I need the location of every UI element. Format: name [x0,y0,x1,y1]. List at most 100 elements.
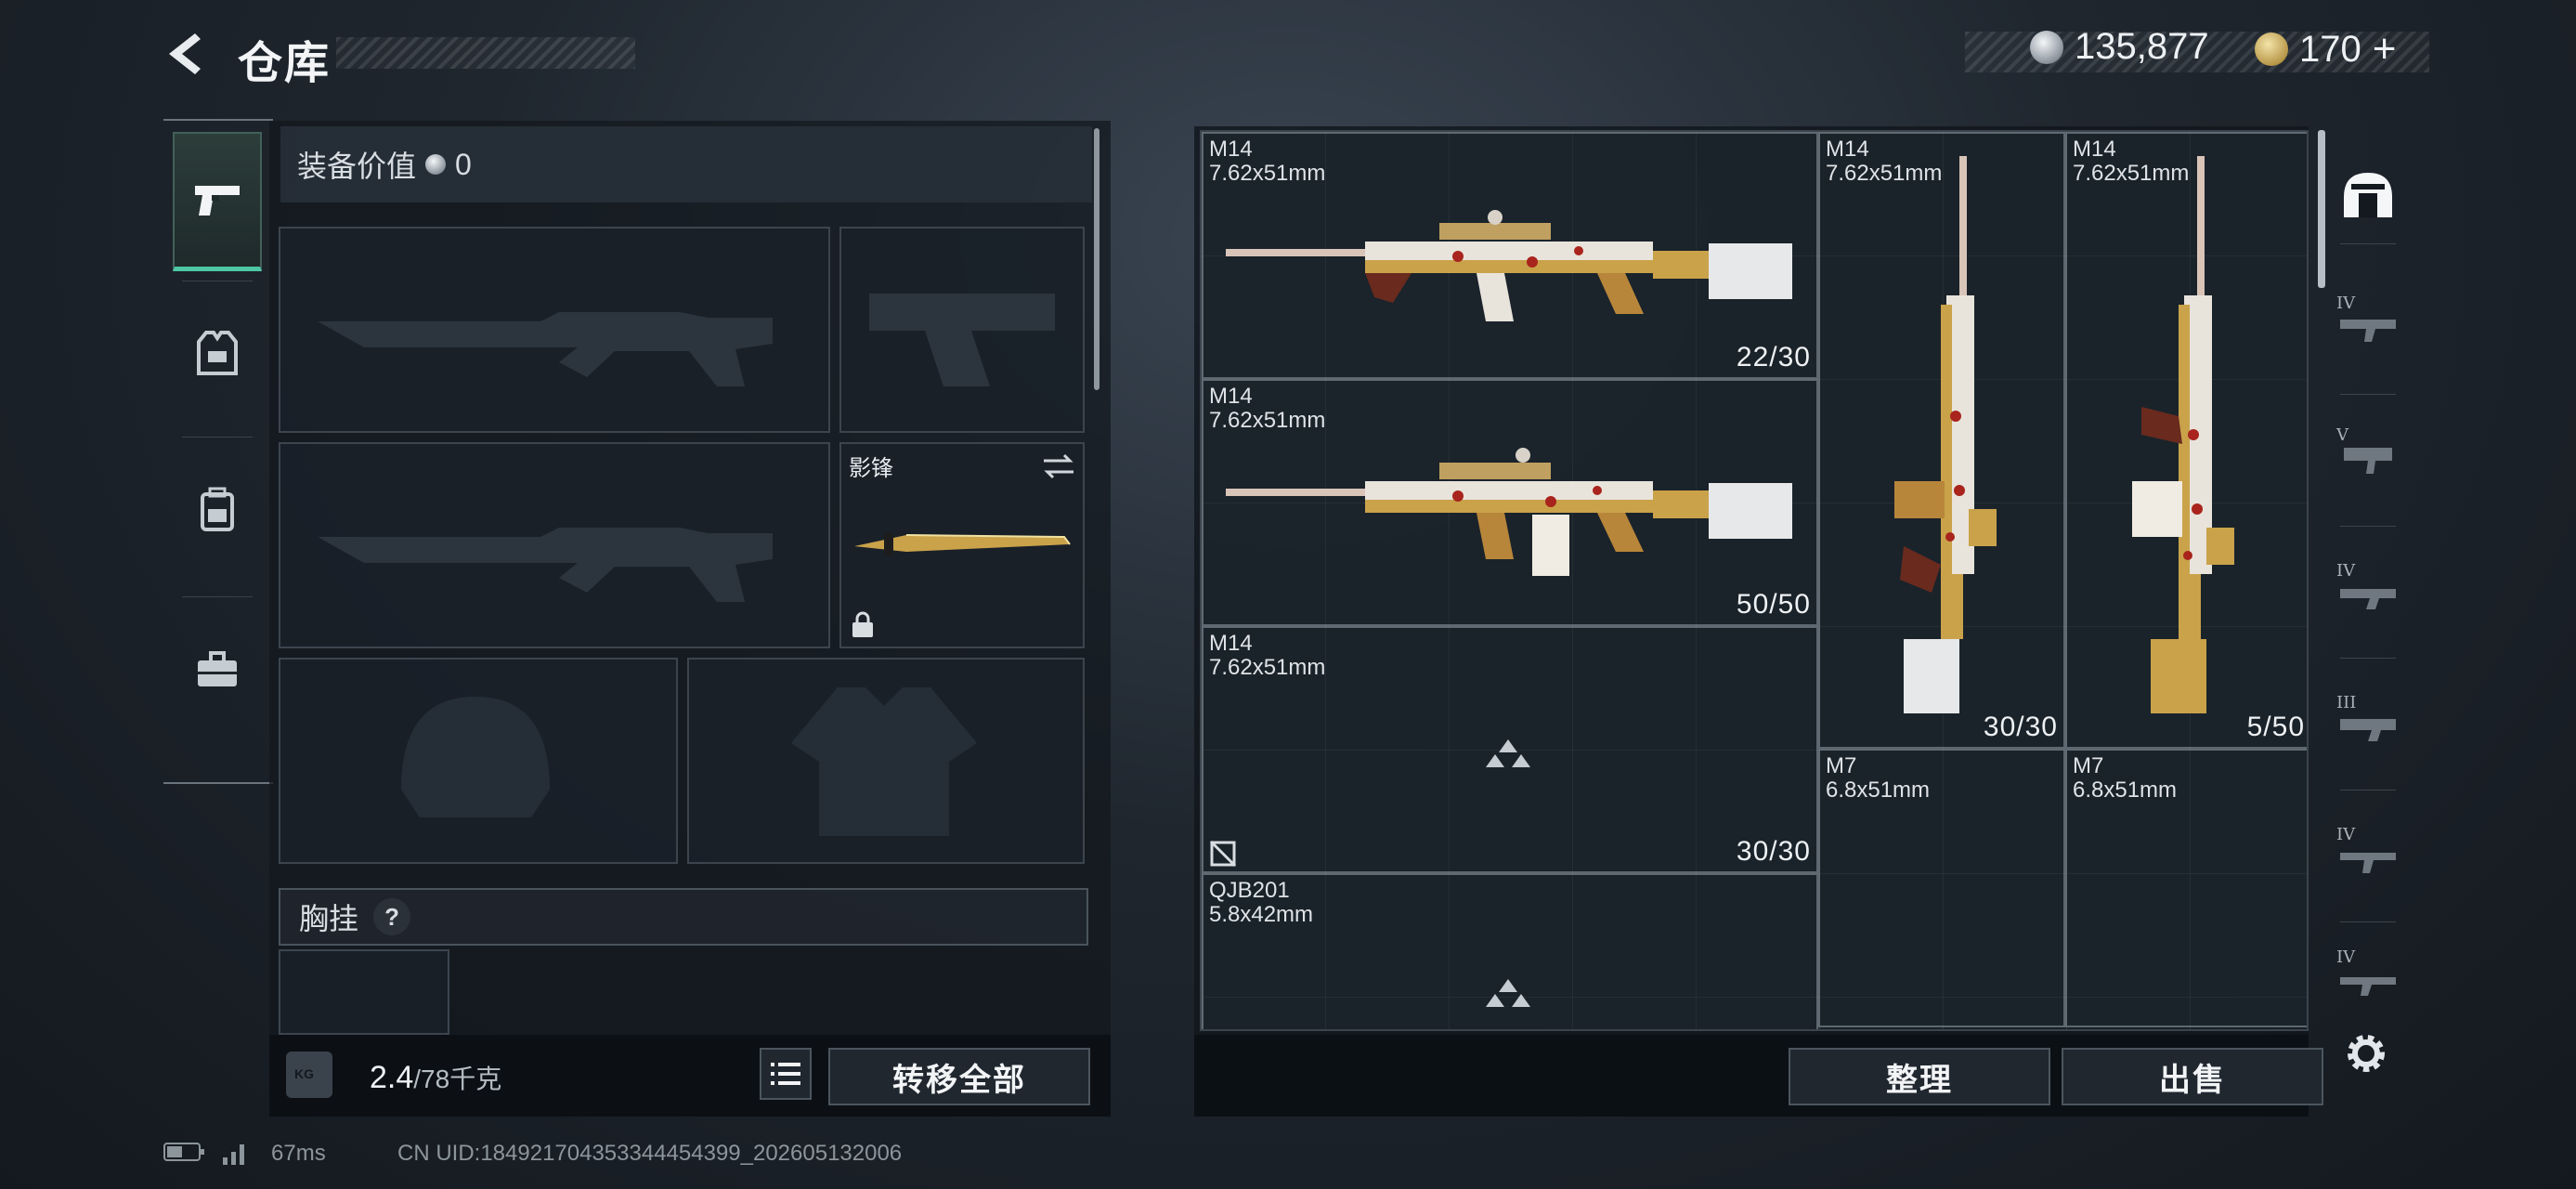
filter-tier: III [2336,693,2357,712]
chest-rig-header[interactable]: 胸挂 ? [279,888,1088,946]
warehouse-scrollbar[interactable] [2318,130,2325,288]
no-image-icon [1209,840,1237,868]
filter-assault-rifle[interactable]: IV [2333,290,2403,360]
inventory-item[interactable]: M7 6.8x51mm [2065,749,2307,1027]
list-view-button[interactable] [760,1048,812,1100]
tab-firearms[interactable] [173,132,262,271]
silver-coin-icon [425,154,447,175]
tab-tools[interactable] [173,600,262,739]
swap-icon[interactable] [1042,453,1075,479]
inventory-item[interactable]: M14 7.62x51mm 22/30 [1202,132,1818,379]
item-name: M7 6.8x51mm [1826,753,1931,803]
item-name: QJB201 5.8x42mm [1209,878,1314,927]
gold-coin-icon [2255,33,2288,66]
unknown-item-icon [1486,979,1530,1007]
item-name: M14 7.62x51mm [1209,137,1326,186]
equipment-value-bar: 装备价值 0 [280,126,1092,203]
filter-sniper-rifle[interactable]: IV [2333,944,2403,1014]
primary-weapon-slot-2[interactable] [279,442,830,648]
filter-tier: IV [2336,825,2356,844]
weight-icon-label: KG [294,1066,314,1081]
inventory-item[interactable]: M14 7.62x51mm 5/50 [2065,132,2307,749]
signal-icon [223,1144,244,1165]
gold-rifle-icon [1226,210,1792,321]
inventory-item[interactable]: M14 7.62x51mm 50/50 [1202,379,1818,626]
weight-icon: KG [286,1052,332,1098]
rifle-silhouette-icon [318,312,773,386]
armor-vest-icon [197,331,238,375]
equipment-value: 0 [455,147,472,181]
filter-submachine-gun[interactable]: V [2333,422,2403,492]
backpack-icon [201,487,234,531]
unknown-item-icon [1486,739,1530,767]
battery-indicator [163,1141,206,1169]
helmet-slot[interactable] [279,658,678,864]
tab-backpack[interactable] [173,439,262,579]
filter-marksman-rifle[interactable]: IV [2333,821,2403,892]
help-icon[interactable]: ? [373,898,411,935]
filter-all[interactable] [2333,160,2403,230]
helmet-silhouette-icon [401,697,550,817]
item-name: M14 7.62x51mm [1209,631,1326,680]
gear-icon [2348,1035,2385,1072]
chest-rig-slot[interactable] [279,949,449,1035]
item-ammo-count: 22/30 [1736,342,1811,372]
silver-coin-icon [2030,30,2063,64]
back-button[interactable] [160,28,212,80]
silver-currency: 135,877 [2030,26,2209,68]
gold-rifle-icon [1226,448,1792,576]
gold-currency[interactable]: 170 + [2255,26,2396,72]
armor-silhouette-icon [791,687,977,836]
lock-icon [852,611,873,637]
inventory-item[interactable]: M7 6.8x51mm [1818,749,2065,1027]
weight-current: 2.4 [370,1060,414,1095]
battery-icon [163,1143,204,1161]
filter-tier: IV [2336,947,2356,967]
ping-text: 67ms [271,1141,326,1166]
filter-light-machine-gun[interactable]: III [2333,689,2403,760]
list-icon [771,1063,800,1085]
add-currency-button[interactable]: + [2373,26,2397,72]
gold-rifle-vertical-icon [2132,156,2234,713]
item-ammo-count: 5/50 [2246,712,2305,742]
inventory-item[interactable]: M14 7.62x51mm 30/30 [1202,626,1818,873]
carry-weight: 2.4/78千克 [370,1059,501,1096]
warehouse-grid: M14 7.62x51mm 22/30 M14 7.62x51mm 50/50 … [1200,130,2309,1031]
chest-rig-label: 胸挂 [299,902,359,935]
category-tabs [163,119,273,784]
weight-max: /78千克 [413,1065,502,1093]
user-id-text: CN UID:184921704353344454399_20260513200… [397,1141,903,1166]
pistol-icon [195,185,240,216]
sell-button[interactable]: 出售 [2062,1048,2323,1105]
item-name: M14 7.62x51mm [1209,384,1326,433]
sort-button[interactable]: 整理 [1789,1048,2050,1105]
gold-amount: 170 [2299,28,2361,70]
body-armor-slot[interactable] [687,658,1085,864]
filter-shotgun[interactable]: IV [2333,557,2403,628]
toolbox-icon [198,651,237,686]
transfer-all-button[interactable]: 转移全部 [828,1048,1090,1105]
back-arrow-icon [169,33,201,74]
melee-name: 影锋 [849,456,893,481]
inventory-item[interactable]: M14 7.62x51mm 30/30 [1818,132,2065,749]
filter-tier: IV [2336,561,2356,581]
tab-armor[interactable] [173,283,262,423]
item-ammo-count: 30/30 [1983,712,2058,742]
pistol-silhouette-icon [869,294,1055,386]
primary-weapon-slot-1[interactable] [279,227,830,433]
loadout-scrollbar[interactable] [1094,128,1099,390]
item-ammo-count: 50/50 [1736,589,1811,620]
all-items-icon [2344,173,2392,217]
sidearm-slot[interactable] [839,227,1085,433]
item-ammo-count: 30/30 [1736,836,1811,867]
filter-tier: IV [2336,294,2356,313]
melee-slot[interactable]: 影锋 [839,442,1085,648]
item-name: M7 6.8x51mm [2073,753,2178,803]
settings-button[interactable] [2340,1027,2392,1079]
knife-icon [854,533,1071,555]
equipment-value-label: 装备价值 [297,150,417,183]
gold-rifle-vertical-icon [1894,156,1997,713]
title-decoration [336,37,635,69]
filter-tier: V [2336,425,2348,445]
inventory-item[interactable]: QJB201 5.8x42mm [1202,873,1818,1029]
